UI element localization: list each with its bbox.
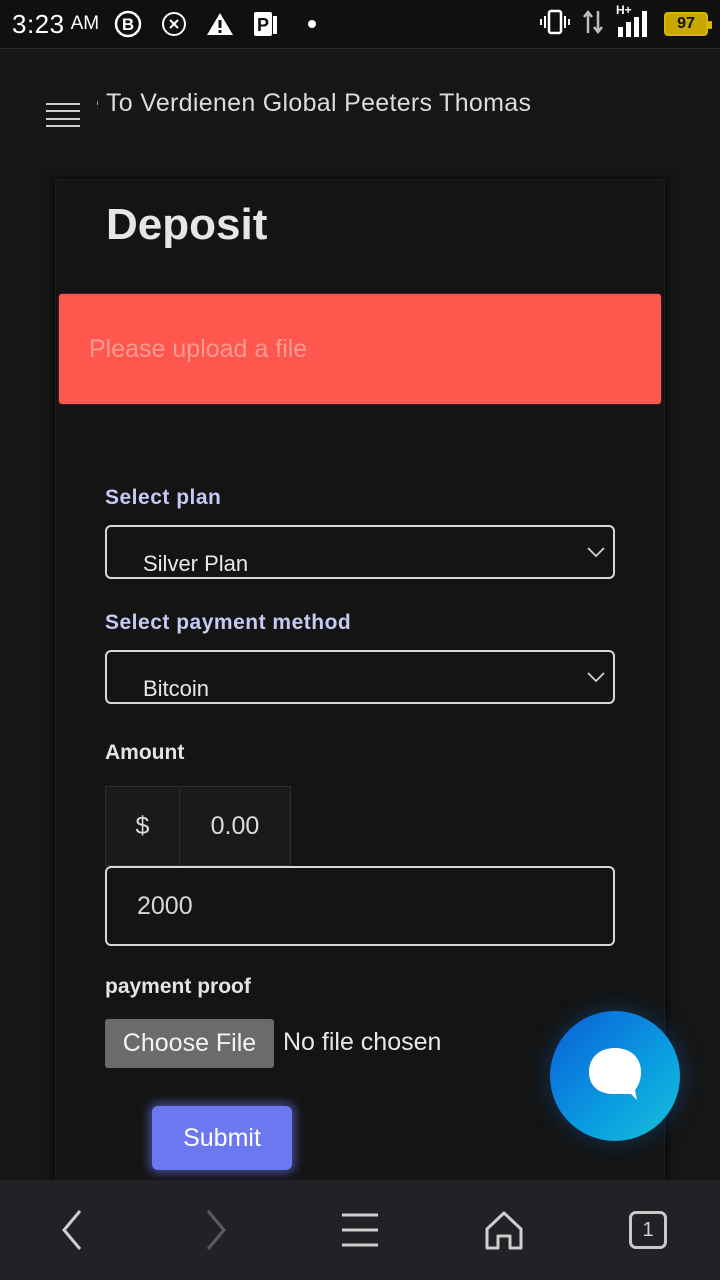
select-payment-method-label: Select payment method — [105, 611, 352, 634]
plan-select-value: Silver Plan — [143, 551, 249, 576]
hamburger-icon[interactable] — [46, 103, 80, 127]
signal-icon: H+ — [616, 3, 652, 39]
amount-prefix-addon: 0.00 — [179, 786, 291, 866]
marquee: e To Verdienen Global Peeters Thomas — [97, 85, 697, 125]
payment-method-select[interactable]: Bitcoin — [105, 650, 615, 704]
amount-label: Amount — [105, 741, 185, 764]
b-circle-icon: B — [113, 9, 143, 39]
battery-icon: 97 — [664, 12, 712, 36]
file-status: No file chosen — [283, 1028, 442, 1056]
forward-icon[interactable] — [176, 1190, 256, 1270]
back-icon[interactable] — [32, 1190, 112, 1270]
menu-icon[interactable] — [320, 1190, 400, 1270]
status-bar: 3:23 AM B P H+ 97 — [0, 0, 720, 48]
choose-file-button[interactable]: Choose File — [105, 1019, 274, 1068]
top-header: e To Verdienen Global Peeters Thomas — [0, 48, 720, 180]
status-ampm: AM — [70, 13, 100, 34]
marquee-text: e To Verdienen Global Peeters Thomas — [97, 89, 532, 117]
chevron-down-icon — [585, 541, 607, 563]
amount-input[interactable]: 2000 — [105, 866, 615, 946]
payment-method-select-value: Bitcoin — [143, 676, 210, 701]
data-arrows-icon — [582, 9, 604, 40]
chat-button[interactable] — [550, 1011, 680, 1141]
alert-message: Please upload a file — [89, 334, 308, 363]
dot-icon — [297, 9, 327, 39]
tabs-icon[interactable]: 1 — [608, 1190, 688, 1270]
currency-addon: $ — [105, 786, 180, 866]
status-time: 3:23 — [12, 8, 65, 39]
warning-icon — [205, 9, 235, 39]
svg-text:B: B — [122, 15, 134, 34]
home-icon[interactable] — [464, 1190, 544, 1270]
chevron-down-icon — [585, 666, 607, 688]
error-alert: Please upload a file — [58, 293, 662, 405]
submit-button[interactable]: Submit — [152, 1106, 292, 1170]
browser-bottom-nav: 1 — [0, 1180, 720, 1280]
chat-icon — [583, 1044, 647, 1109]
plan-select[interactable]: Silver Plan — [105, 525, 615, 579]
x-circle-icon — [159, 9, 189, 39]
page-title: Deposit — [106, 200, 268, 249]
parking-icon: P — [251, 9, 281, 39]
tabs-count: 1 — [629, 1211, 667, 1249]
svg-text:P: P — [257, 15, 269, 35]
payment-proof-label: payment proof — [105, 975, 251, 998]
select-plan-label: Select plan — [105, 486, 222, 509]
vibrate-icon — [540, 9, 570, 40]
